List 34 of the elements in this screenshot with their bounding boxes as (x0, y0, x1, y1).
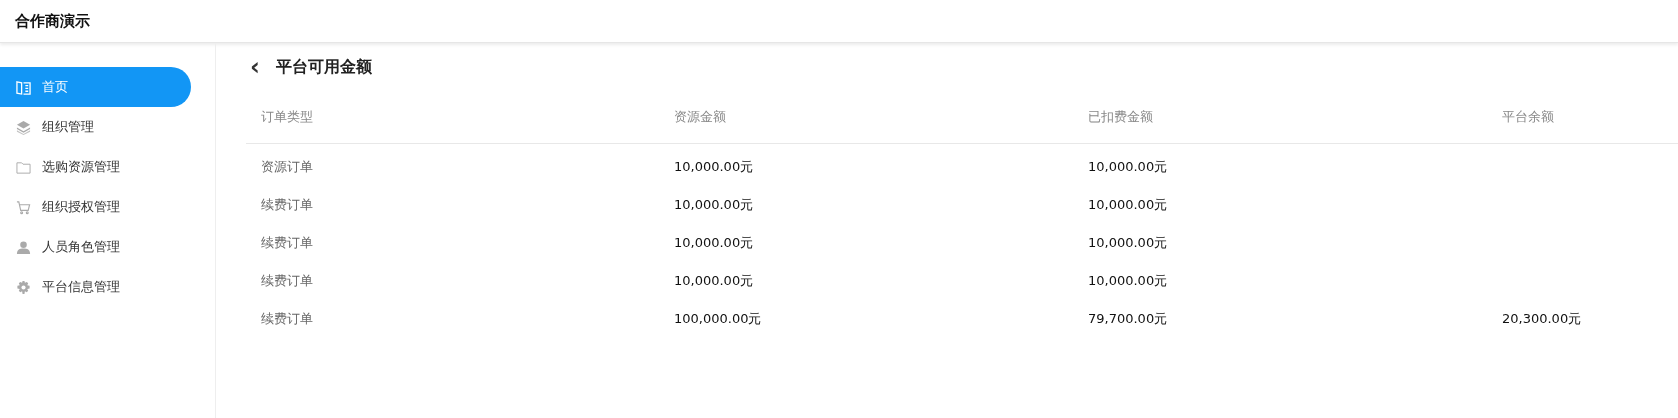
table-cell: 100,000.00元 (674, 310, 762, 328)
cart-icon (16, 199, 31, 215)
table-cell: 10,000.00元 (674, 196, 754, 214)
book-icon (16, 79, 31, 95)
table-cell: 20,300.00元 (1502, 310, 1582, 328)
person-icon (16, 239, 31, 255)
column-header: 平台余额 (1502, 108, 1554, 126)
sidebar-item[interactable]: 选购资源管理 (0, 147, 191, 187)
sidebar-item[interactable]: 人员角色管理 (0, 227, 191, 267)
back-button[interactable]: ‹ (246, 55, 264, 79)
table-cell: 10,000.00元 (1088, 234, 1168, 252)
sidebar-item[interactable]: 组织管理 (0, 107, 191, 147)
table-cell: 资源订单 (261, 158, 313, 176)
column-header: 资源金额 (674, 108, 726, 126)
gear-icon (16, 279, 31, 295)
table-cell: 续费订单 (261, 310, 313, 328)
table-cell: 10,000.00元 (1088, 196, 1168, 214)
column-header: 订单类型 (261, 108, 313, 126)
table-cell: 10,000.00元 (674, 158, 754, 176)
column-header: 已扣费金额 (1088, 108, 1153, 126)
table-cell: 79,700.00元 (1088, 310, 1168, 328)
table-cell: 续费订单 (261, 196, 313, 214)
table-cell: 10,000.00元 (1088, 272, 1168, 290)
app-title: 合作商演示 (15, 11, 90, 31)
table-cell: 10,000.00元 (1088, 158, 1168, 176)
table-cell: 10,000.00元 (674, 234, 754, 252)
table-cell: 续费订单 (261, 272, 313, 290)
folder-icon (16, 159, 31, 175)
page-title: 平台可用金额 (275, 56, 372, 78)
table-cell: 10,000.00元 (674, 272, 754, 290)
layers-icon (16, 119, 31, 135)
sidebar-item[interactable]: 组织授权管理 (0, 187, 191, 227)
table-cell: 续费订单 (261, 234, 313, 252)
sidebar-item[interactable]: 平台信息管理 (0, 267, 191, 307)
